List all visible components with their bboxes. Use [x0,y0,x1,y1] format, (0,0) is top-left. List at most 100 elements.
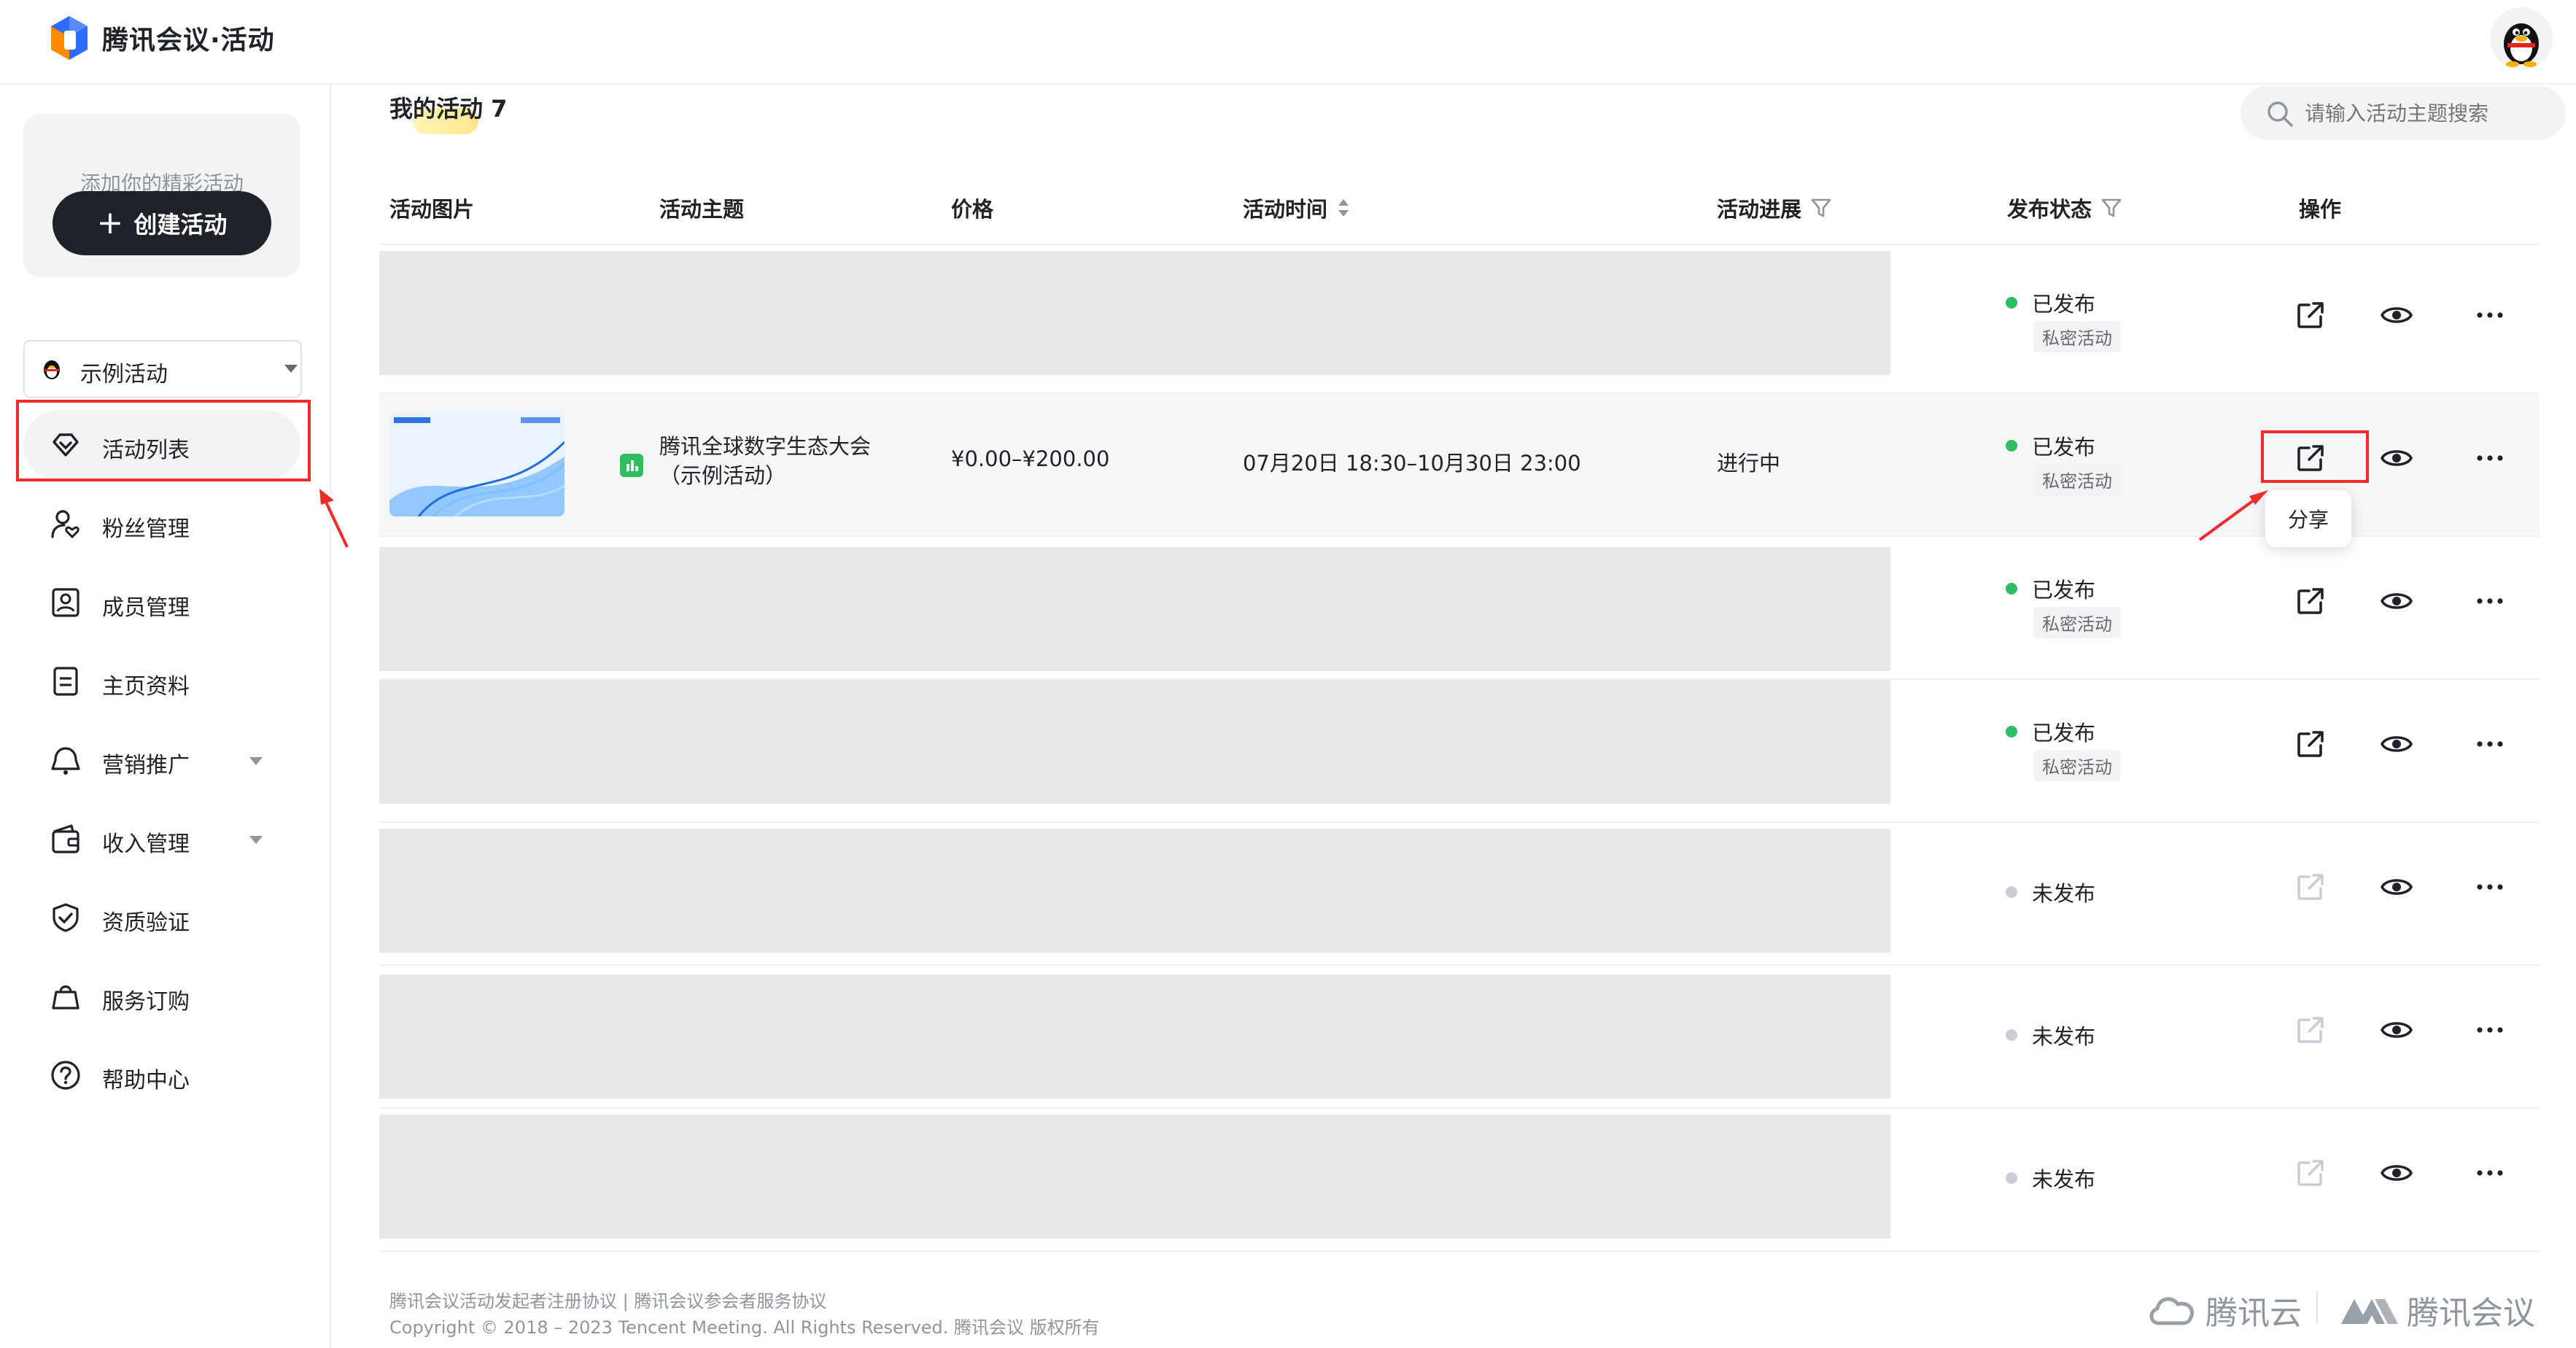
activity-time: 07月20日 18:30–10月30日 23:00 [1243,451,1581,476]
qq-penguin-icon [2504,23,2539,67]
activity-selector[interactable]: 示例活动 [23,340,302,398]
more-options-icon[interactable] [2472,441,2507,476]
column-header-label: 操作 [2299,197,2342,222]
private-tag: 私密活动 [2033,750,2121,781]
sidebar-item-label: 粉丝管理 [102,516,190,542]
row-placeholder [379,680,1890,804]
column-header-progress[interactable]: 活动进展 [1717,193,1832,223]
status-dot-published [2006,583,2017,594]
brand-text: 腾讯云 [2205,1295,2302,1332]
filter-icon[interactable] [1810,197,1832,219]
cloud-icon [2149,1297,2194,1325]
top-bar: 腾讯会议·活动 [0,0,2576,85]
sidebar-item-help[interactable]: 帮助中心 [23,1040,300,1110]
status-dot-published [2006,440,2017,452]
activity-topic[interactable]: 腾讯全球数字生态大会 （示例活动） [659,432,871,490]
highlight-box-activity-list [16,400,311,481]
more-options-icon[interactable] [2472,1155,2507,1190]
column-header-label: 价格 [951,197,994,222]
preview-eye-icon[interactable] [2379,441,2414,476]
preview-eye-icon[interactable] [2379,1012,2414,1047]
share-icon[interactable] [2293,584,2328,619]
plus-icon: + [96,204,124,241]
status-badge: 未发布 [2006,1163,2095,1193]
more-options-icon[interactable] [2472,298,2507,333]
share-icon [2297,1017,2324,1043]
column-header-time[interactable]: 活动时间 [1243,193,1351,223]
chevron-down-icon [284,365,298,373]
more-options-icon[interactable] [2472,1012,2507,1047]
column-header-actions: 操作 [2299,193,2341,223]
status-text: 已发布 [2032,292,2096,317]
column-header-status[interactable]: 发布状态 [2007,193,2122,223]
more-options-icon[interactable] [2472,869,2507,905]
footer-links[interactable]: 腾讯会议活动发起者注册协议 | 腾讯会议参会者服务协议 [389,1287,826,1312]
tencent-cloud-logo: 腾讯云 [2146,1287,2302,1333]
table-row: 已发布 私密活动 [379,251,2540,394]
sidebar-item-qualification[interactable]: 资质验证 [23,883,300,953]
sidebar-item-members[interactable]: 成员管理 [23,568,300,638]
create-card: 添加你的精彩活动 + 创建活动 [23,114,300,277]
avatar[interactable] [2490,7,2553,70]
preview-eye-icon[interactable] [2379,584,2414,619]
preview-eye-icon[interactable] [2379,869,2414,905]
activity-thumbnail[interactable] [389,413,565,516]
more-options-icon[interactable] [2472,584,2507,619]
preview-eye-icon[interactable] [2379,1155,2414,1190]
page-title: 我的活动 7 [389,95,508,123]
sidebar-item-profile[interactable]: 主页资料 [23,646,300,716]
table-row: 未发布 [379,966,2540,1109]
status-dot-unpublished [2006,1029,2017,1041]
preview-eye-icon[interactable] [2379,298,2414,333]
row-placeholder [379,1115,1890,1239]
status-dot-published [2006,297,2017,309]
chevron-down-icon [249,836,263,844]
status-text: 已发布 [2032,721,2096,745]
column-header-label: 活动进展 [1717,197,1802,222]
member-card-icon [52,588,79,617]
sidebar-item-marketing[interactable]: 营销推广 [23,725,300,795]
create-activity-label: 创建活动 [133,211,228,239]
status-text: 未发布 [2032,1167,2096,1192]
sidebar-item-label: 成员管理 [102,595,190,621]
arrow-annotation-share [2198,490,2268,541]
sidebar: 添加你的精彩活动 + 创建活动 示例活动 活动列表 粉丝管理 成员管理 主页资料… [0,85,331,1348]
share-icon[interactable] [2293,298,2328,333]
column-header-image: 活动图片 [389,193,474,223]
share-icon [2297,1160,2324,1186]
highlight-box-share [2261,430,2369,483]
sidebar-item-label: 服务订购 [102,989,190,1015]
activity-progress: 进行中 [1717,451,1781,476]
share-icon[interactable] [2293,727,2328,762]
arrow-annotation-left [319,489,349,548]
brand-divider [2316,1291,2318,1323]
table-row: 已发布 私密活动 [379,537,2540,680]
sort-icon[interactable] [1336,196,1351,220]
qq-penguin-icon [44,360,60,379]
activity-topic-line: （示例活动） [659,463,787,488]
sidebar-item-income[interactable]: 收入管理 [23,804,300,874]
sidebar-item-label: 资质验证 [102,910,190,936]
status-text: 已发布 [2032,578,2096,603]
column-header-topic: 活动主题 [659,193,744,223]
search-input[interactable] [2305,99,2553,127]
column-header-label: 活动主题 [659,197,745,222]
filter-icon[interactable] [2100,197,2122,219]
create-activity-button[interactable]: + 创建活动 [53,191,271,255]
row-placeholder [379,251,1890,375]
search-box[interactable] [2241,86,2566,140]
status-badge: 未发布 [2006,877,2095,907]
sidebar-item-fans[interactable]: 粉丝管理 [23,489,300,559]
table-row: 未发布 [379,823,2540,966]
status-dot-unpublished [2006,886,2017,898]
preview-eye-icon[interactable] [2379,727,2414,762]
sidebar-item-label: 帮助中心 [102,1068,190,1093]
activity-price: ¥0.00–¥200.00 [951,446,1110,471]
sidebar-item-label: 主页资料 [102,674,190,700]
more-options-icon[interactable] [2472,727,2507,762]
sidebar-item-subscription[interactable]: 服务订购 [23,961,300,1031]
document-icon [53,667,78,696]
copyright: Copyright © 2018 – 2023 Tencent Meeting.… [389,1317,1100,1338]
row-placeholder [379,975,1890,1099]
sidebar-item-label: 收入管理 [102,832,190,857]
